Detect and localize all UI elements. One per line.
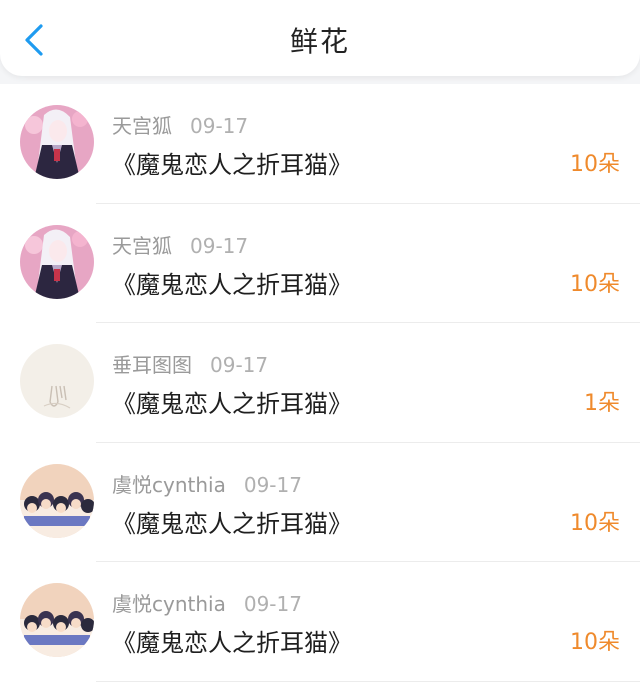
book-title[interactable]: 《魔鬼恋人之折耳猫》 <box>112 265 352 300</box>
list-item[interactable]: 虞悦cynthia 09-17 《魔鬼恋人之折耳猫》 10朵 <box>0 443 640 562</box>
avatar[interactable] <box>20 463 94 538</box>
list-item[interactable]: 天宫狐 09-17 《魔鬼恋人之折耳猫》 10朵 <box>0 204 640 323</box>
flower-count: 10朵 <box>570 271 620 297</box>
date: 09-17 <box>190 114 249 138</box>
avatar[interactable] <box>20 583 94 657</box>
flower-count: 10朵 <box>570 630 620 655</box>
user-line: 虞悦cynthia 09-17 <box>112 588 302 617</box>
user-line: 虞悦cynthia 09-17 <box>112 469 302 498</box>
back-button[interactable] <box>14 20 54 60</box>
list-item[interactable]: 垂耳图图 09-17 《魔鬼恋人之折耳猫》 1朵 <box>0 323 640 443</box>
flower-count: 10朵 <box>570 152 620 177</box>
flower-count: 1朵 <box>584 391 620 416</box>
user-name[interactable]: 天宫狐 <box>112 114 172 138</box>
user-line: 垂耳图图 09-17 <box>112 349 268 378</box>
user-name[interactable]: 虞悦cynthia <box>112 473 226 497</box>
user-name[interactable]: 垂耳图图 <box>112 353 192 377</box>
divider <box>96 680 640 682</box>
user-line: 天宫狐 09-17 <box>112 230 248 259</box>
page-title: 鲜花 <box>289 25 350 58</box>
user-name[interactable]: 天宫狐 <box>112 234 172 258</box>
book-title[interactable]: 《魔鬼恋人之折耳猫》 <box>112 384 352 419</box>
avatar[interactable] <box>20 105 94 179</box>
date: 09-17 <box>243 472 302 497</box>
top-bar: 鲜花 <box>0 0 640 76</box>
avatar[interactable] <box>20 344 94 418</box>
date: 09-17 <box>190 233 249 258</box>
user-line: 天宫狐 09-17 <box>112 110 248 139</box>
date: 09-17 <box>243 592 302 616</box>
list-item[interactable]: 虞悦cynthia 09-17 《魔鬼恋人之折耳猫》 10朵 <box>0 562 640 682</box>
list-item[interactable]: 天宫狐 09-17 《魔鬼恋人之折耳猫》 10朵 <box>0 84 640 204</box>
book-title[interactable]: 《魔鬼恋人之折耳猫》 <box>112 145 352 180</box>
flower-list: 天宫狐 09-17 《魔鬼恋人之折耳猫》 10朵 天宫狐 09-17 《魔鬼恋人之折… <box>0 84 640 686</box>
avatar[interactable] <box>20 224 94 299</box>
flower-count: 10朵 <box>570 510 620 536</box>
user-name[interactable]: 虞悦cynthia <box>112 592 226 616</box>
book-title[interactable]: 《魔鬼恋人之折耳猫》 <box>112 623 352 658</box>
date: 09-17 <box>210 353 269 377</box>
book-title[interactable]: 《魔鬼恋人之折耳猫》 <box>112 504 352 539</box>
chevron-left-icon <box>25 24 43 56</box>
